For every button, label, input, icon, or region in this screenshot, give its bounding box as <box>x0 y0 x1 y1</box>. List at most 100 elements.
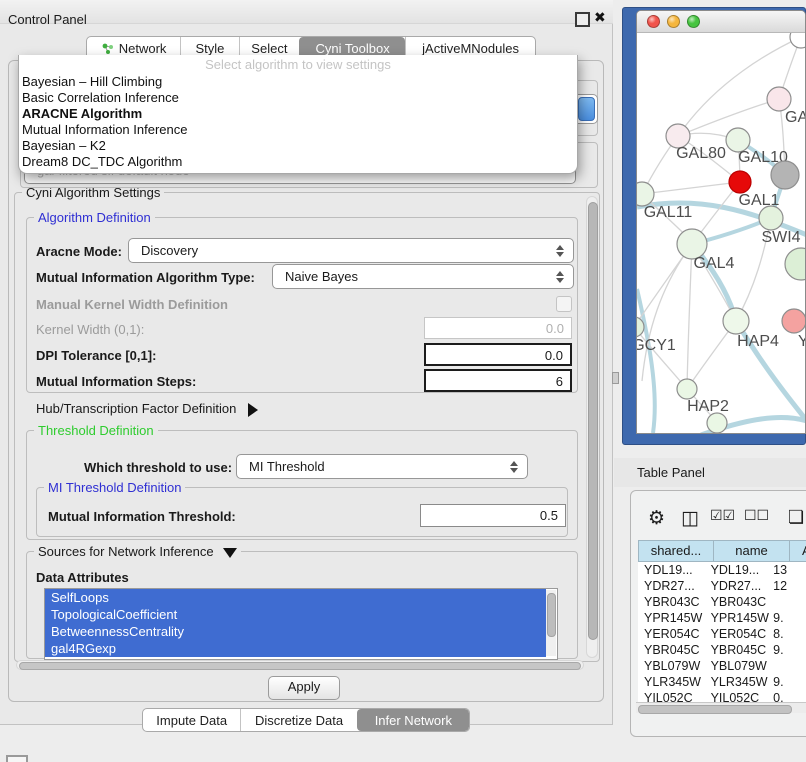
tab-discretize-data[interactable]: Discretize Data <box>240 709 356 731</box>
table-cell <box>771 658 806 674</box>
table-horizontal-scrollbar[interactable] <box>636 702 806 713</box>
network-edge[interactable] <box>642 182 740 194</box>
network-canvas[interactable]: GALGAL80GAL10GAL1GAL11SWI4GAL4HAP4YGCY1H… <box>637 33 806 434</box>
split-columns-icon[interactable]: ◫ <box>681 507 699 530</box>
network-node-hap4[interactable] <box>723 308 749 334</box>
table-cell: YBL079W <box>705 658 772 674</box>
table-row[interactable]: YLR345WYLR345W9. <box>638 674 806 690</box>
hub-section-label: Hub/Transcription Factor Definition <box>36 401 236 416</box>
dropdown-item[interactable]: ARACNE Algorithm <box>19 106 577 122</box>
which-threshold-combobox[interactable]: MI Threshold <box>236 454 528 479</box>
table-column-header[interactable]: shared... <box>638 540 714 562</box>
combo-spinner-icon <box>556 271 564 283</box>
table-cell: 12 <box>771 578 806 594</box>
tab-label: Infer Network <box>375 713 452 728</box>
table-horizontal-scrollbar-thumb[interactable] <box>638 705 792 714</box>
table-cell: 9. <box>771 674 806 690</box>
attributes-list-scrollbar-thumb[interactable] <box>547 593 556 637</box>
kernel-width-field[interactable]: 0.0 <box>424 317 572 339</box>
table-cell: YDR27... <box>638 578 705 594</box>
network-view-window[interactable]: GALGAL80GAL10GAL1GAL11SWI4GAL4HAP4YGCY1H… <box>636 10 806 434</box>
mi-steps-field[interactable]: 6 <box>424 369 572 392</box>
expanded-arrow-icon <box>223 548 237 558</box>
algorithm-combobox-arrow-button[interactable] <box>578 97 595 121</box>
table-row[interactable]: YDR27...YDR27...12 <box>638 578 806 594</box>
hide-columns-icon[interactable]: ☐☐ <box>744 507 769 524</box>
manual-kernel-label: Manual Kernel Width Definition <box>36 297 228 312</box>
dropdown-item[interactable]: Basic Correlation Inference <box>19 90 577 106</box>
dpi-tolerance-field[interactable]: 0.0 <box>424 343 572 366</box>
mi-type-combobox[interactable]: Naive Bayes <box>272 264 574 289</box>
splitter-handle[interactable] <box>612 372 619 384</box>
network-node[interactable] <box>785 248 806 280</box>
sources-toggle[interactable]: Sources for Network Inference <box>34 545 241 558</box>
network-node-label: GAL4 <box>694 255 735 272</box>
show-columns-icon[interactable]: ☑☑ <box>710 507 735 524</box>
mi-type-label: Mutual Information Algorithm Type: <box>36 270 255 285</box>
tab-impute-data[interactable]: Impute Data <box>143 709 240 731</box>
network-node[interactable] <box>771 161 799 189</box>
settings-gear-icon[interactable]: ⚙ <box>648 507 665 530</box>
float-window-icon[interactable] <box>575 12 590 27</box>
network-node-swi4[interactable] <box>759 206 783 230</box>
dropdown-item[interactable]: Bayesian – Hill Climbing <box>19 74 577 90</box>
minimize-traffic-light[interactable] <box>667 15 680 28</box>
mi-type-value: Naive Bayes <box>273 269 358 284</box>
aracne-mode-combobox[interactable]: Discovery <box>128 238 574 263</box>
table-cell: YPR145W <box>705 610 772 626</box>
export-table-icon[interactable]: ❏ <box>788 507 804 528</box>
table-cell: YBR043C <box>638 594 705 610</box>
hub-section-toggle[interactable]: Hub/Transcription Factor Definition <box>36 401 258 417</box>
dropdown-item[interactable]: Bayesian – K2 <box>19 138 577 154</box>
network-node-y[interactable] <box>782 309 806 333</box>
table-row[interactable]: YDL19...YDL19...13 <box>638 562 806 578</box>
table-cell: YDL19... <box>638 562 705 578</box>
table-column-header[interactable]: A <box>790 540 806 562</box>
algorithm-dropdown-popup: Select algorithm to view settings Bayesi… <box>18 55 578 174</box>
table-row[interactable]: YBR043CYBR043C <box>638 594 806 610</box>
control-panel-title: Control Panel <box>8 12 87 27</box>
mi-threshold-field[interactable]: 0.5 <box>420 504 566 527</box>
data-attributes-list[interactable]: SelfLoopsTopologicalCoefficientBetweenne… <box>44 588 558 660</box>
table-cell: YBR045C <box>638 642 705 658</box>
minimized-panel-icon[interactable] <box>6 755 28 762</box>
table-column-header[interactable]: name <box>714 540 790 562</box>
tab-infer-network[interactable]: Infer Network <box>357 709 469 731</box>
network-node[interactable] <box>790 33 806 48</box>
network-node-label: GAL <box>785 109 806 126</box>
table-cell <box>771 594 806 610</box>
dropdown-item[interactable]: Mutual Information Inference <box>19 122 577 138</box>
attribute-list-item[interactable]: gal4RGexp <box>45 640 546 657</box>
network-node[interactable] <box>707 413 727 433</box>
network-node-gal1[interactable] <box>729 171 751 193</box>
close-icon[interactable]: ✖ <box>594 9 606 26</box>
network-node-label: HAP4 <box>737 333 779 350</box>
attribute-list-item[interactable]: TopologicalCoefficient <box>45 606 546 623</box>
network-node-gal[interactable] <box>767 87 791 111</box>
settings-horizontal-scrollbar[interactable] <box>16 660 584 670</box>
network-node-hap2[interactable] <box>677 379 697 399</box>
settings-vertical-scrollbar[interactable] <box>586 196 598 658</box>
manual-kernel-checkbox[interactable] <box>556 296 572 312</box>
table-row[interactable]: YPR145WYPR145W9. <box>638 610 806 626</box>
network-edge[interactable] <box>687 244 692 389</box>
network-node-label: GCY1 <box>637 337 676 354</box>
network-edge[interactable] <box>678 99 779 136</box>
attribute-list-item[interactable]: BetweennessCentrality <box>45 623 546 640</box>
settings-vertical-scrollbar-thumb[interactable] <box>588 202 598 640</box>
apply-button[interactable]: Apply <box>268 676 340 700</box>
attributes-list-scrollbar[interactable] <box>546 590 556 656</box>
table-cell: 13 <box>771 562 806 578</box>
table-row[interactable]: YBL079WYBL079W <box>638 658 806 674</box>
dropdown-item[interactable]: Dream8 DC_TDC Algorithm <box>19 154 577 170</box>
dropdown-placeholder: Select algorithm to view settings <box>19 56 577 74</box>
dpi-tolerance-label: DPI Tolerance [0,1]: <box>36 348 156 363</box>
zoom-traffic-light[interactable] <box>687 15 700 28</box>
close-traffic-light[interactable] <box>647 15 660 28</box>
attribute-list-item[interactable]: SelfLoops <box>45 589 546 606</box>
table-row[interactable]: YER054CYER054C8. <box>638 626 806 642</box>
settings-horizontal-scrollbar-thumb[interactable] <box>19 662 581 670</box>
table-row[interactable]: YBR045CYBR045C9. <box>638 642 806 658</box>
table-cell: 9. <box>771 642 806 658</box>
combo-spinner-icon <box>556 245 564 257</box>
